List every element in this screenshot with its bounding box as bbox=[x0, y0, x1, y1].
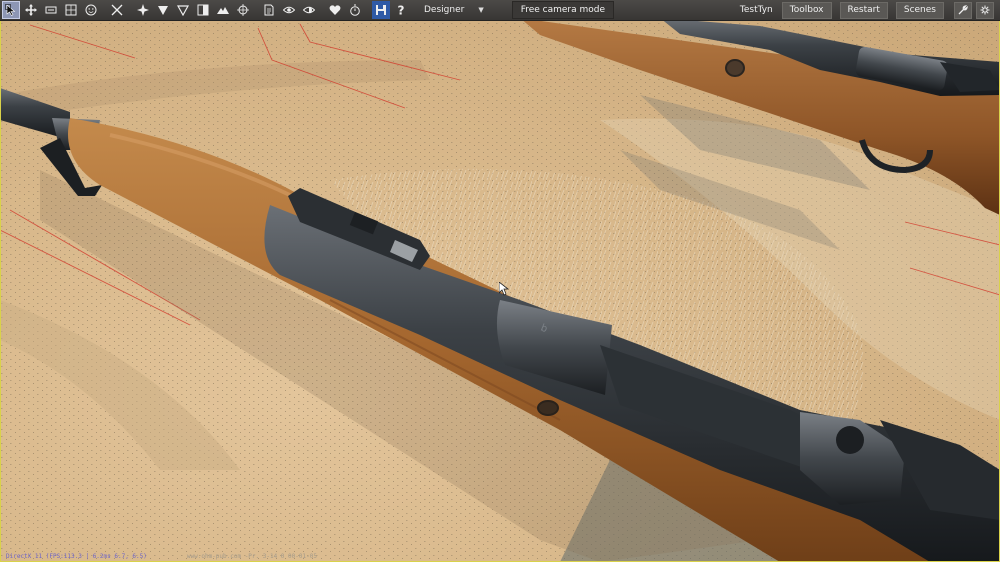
scissors-icon bbox=[111, 4, 123, 16]
user-name[interactable]: TestTyn bbox=[734, 5, 779, 15]
move-arrows-icon bbox=[25, 4, 37, 16]
mouse-cursor-icon bbox=[498, 281, 510, 300]
eye-icon bbox=[283, 6, 295, 14]
eye-tool-button[interactable] bbox=[280, 1, 298, 19]
target-tool-button[interactable] bbox=[234, 1, 252, 19]
snap-tool-button[interactable] bbox=[62, 1, 80, 19]
svg-text:?: ? bbox=[398, 4, 405, 16]
move-tool-button[interactable] bbox=[22, 1, 40, 19]
scenes-button[interactable]: Scenes bbox=[895, 1, 944, 19]
wrench-icon bbox=[958, 5, 968, 15]
eye-half-icon bbox=[303, 6, 315, 14]
build-info: www.ohm-pub.com -Pr. 3-14 0 00-01-05 bbox=[186, 553, 317, 560]
document-icon bbox=[264, 4, 274, 16]
toolbox-button[interactable]: Toolbox bbox=[781, 1, 832, 19]
camera-mode-label: Free camera mode bbox=[511, 1, 615, 19]
cut-tool-button[interactable] bbox=[108, 1, 126, 19]
favorite-tool-button[interactable] bbox=[326, 1, 344, 19]
3d-viewport[interactable]: b DirectX 11 (FPS:113.3 | 6.2ms 6.7, 6.5… bbox=[0, 0, 1000, 562]
editor-toolbar: ? Designer ▼ Free camera mode TestTyn To… bbox=[0, 0, 1000, 21]
floppy-icon bbox=[376, 5, 386, 15]
settings-button[interactable] bbox=[954, 1, 972, 19]
document-tool-button[interactable] bbox=[260, 1, 278, 19]
settings-gear-button[interactable] bbox=[976, 1, 994, 19]
triangle-filled-icon bbox=[158, 6, 168, 15]
toggle-tool-button[interactable] bbox=[82, 1, 100, 19]
editor-window: b DirectX 11 (FPS:113.3 | 6.2ms 6.7, 6.5… bbox=[0, 0, 1000, 562]
terrain-tool-button[interactable] bbox=[214, 1, 232, 19]
caret-down-icon: ▼ bbox=[478, 6, 484, 14]
question-icon: ? bbox=[398, 4, 405, 16]
split-view-icon bbox=[197, 4, 209, 16]
status-bar: DirectX 11 (FPS:113.3 | 6.2ms 6.7, 6.5) … bbox=[6, 553, 317, 560]
scale-icon bbox=[45, 6, 57, 14]
heart-icon bbox=[329, 5, 341, 15]
terrain-icon bbox=[217, 7, 229, 14]
snap-grid-icon bbox=[65, 4, 77, 16]
split-tool-button[interactable] bbox=[194, 1, 212, 19]
mode-dropdown[interactable]: Designer ▼ bbox=[418, 2, 490, 18]
timer-tool-button[interactable] bbox=[346, 1, 364, 19]
crosshair-icon bbox=[237, 4, 249, 16]
filter-outline-tool-button[interactable] bbox=[174, 1, 192, 19]
renderer-stats: DirectX 11 (FPS:113.3 | 6.2ms 6.7, 6.5) bbox=[6, 553, 147, 560]
pivot-tool-button[interactable] bbox=[134, 1, 152, 19]
select-tool-button[interactable] bbox=[2, 1, 20, 19]
scale-tool-button[interactable] bbox=[42, 1, 60, 19]
stopwatch-icon bbox=[350, 4, 360, 16]
gear-icon bbox=[980, 5, 990, 15]
help-tool-button[interactable]: ? bbox=[392, 1, 410, 19]
restart-button[interactable]: Restart bbox=[839, 1, 888, 19]
filter-down-tool-button[interactable] bbox=[154, 1, 172, 19]
pivot-icon bbox=[137, 4, 149, 16]
mode-dropdown-value: Designer bbox=[424, 5, 465, 15]
visibility-tool-button[interactable] bbox=[300, 1, 318, 19]
smiley-icon bbox=[85, 4, 97, 16]
save-tool-button[interactable] bbox=[372, 1, 390, 19]
cursor-icon bbox=[5, 4, 16, 16]
triangle-outline-icon bbox=[177, 5, 189, 16]
